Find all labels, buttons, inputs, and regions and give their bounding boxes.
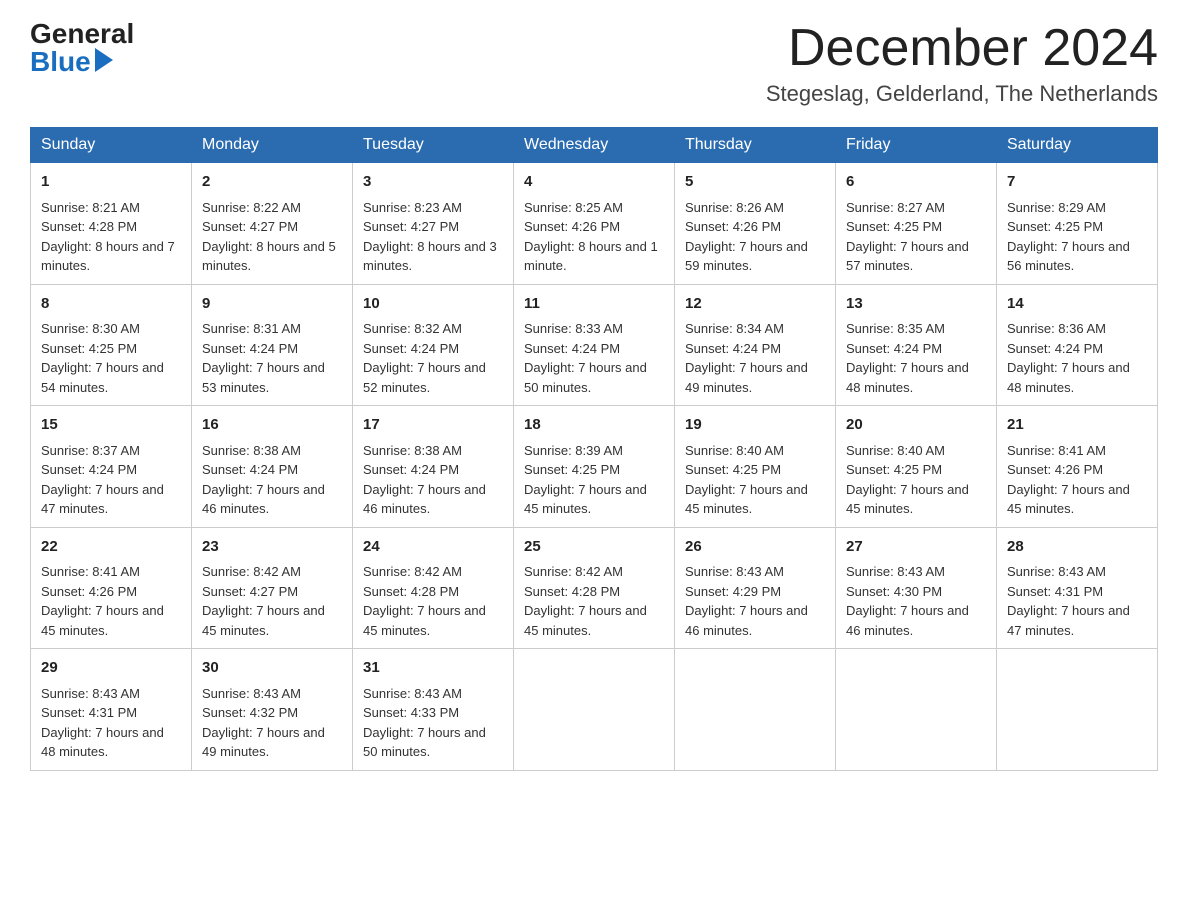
logo-general-text: General — [30, 20, 134, 48]
day-number: 30 — [202, 657, 342, 680]
title-section: December 2024 Stegeslag, Gelderland, The… — [766, 20, 1158, 107]
calendar-cell: 21Sunrise: 8:41 AMSunset: 4:26 PMDayligh… — [997, 406, 1158, 528]
weekday-header-thursday: Thursday — [675, 128, 836, 163]
calendar-cell: 29Sunrise: 8:43 AMSunset: 4:31 PMDayligh… — [31, 649, 192, 771]
day-number: 8 — [41, 293, 181, 316]
day-number: 6 — [846, 171, 986, 194]
calendar-cell: 3Sunrise: 8:23 AMSunset: 4:27 PMDaylight… — [353, 163, 514, 285]
day-number: 1 — [41, 171, 181, 194]
weekday-header-wednesday: Wednesday — [514, 128, 675, 163]
day-number: 16 — [202, 414, 342, 437]
calendar-cell: 28Sunrise: 8:43 AMSunset: 4:31 PMDayligh… — [997, 527, 1158, 649]
day-number: 28 — [1007, 536, 1147, 559]
calendar-cell: 2Sunrise: 8:22 AMSunset: 4:27 PMDaylight… — [192, 163, 353, 285]
day-number: 31 — [363, 657, 503, 680]
logo: General Blue — [30, 20, 134, 76]
weekday-header-monday: Monday — [192, 128, 353, 163]
day-number: 11 — [524, 293, 664, 316]
weekday-header-saturday: Saturday — [997, 128, 1158, 163]
calendar-cell — [514, 649, 675, 771]
calendar-cell: 12Sunrise: 8:34 AMSunset: 4:24 PMDayligh… — [675, 284, 836, 406]
calendar-cell: 26Sunrise: 8:43 AMSunset: 4:29 PMDayligh… — [675, 527, 836, 649]
day-number: 26 — [685, 536, 825, 559]
day-number: 20 — [846, 414, 986, 437]
day-number: 15 — [41, 414, 181, 437]
day-number: 19 — [685, 414, 825, 437]
day-number: 12 — [685, 293, 825, 316]
day-number: 5 — [685, 171, 825, 194]
calendar-week-row: 29Sunrise: 8:43 AMSunset: 4:31 PMDayligh… — [31, 649, 1158, 771]
day-number: 23 — [202, 536, 342, 559]
calendar-cell: 16Sunrise: 8:38 AMSunset: 4:24 PMDayligh… — [192, 406, 353, 528]
day-number: 25 — [524, 536, 664, 559]
weekday-header-row: SundayMondayTuesdayWednesdayThursdayFrid… — [31, 128, 1158, 163]
calendar-week-row: 1Sunrise: 8:21 AMSunset: 4:28 PMDaylight… — [31, 163, 1158, 285]
calendar-cell: 23Sunrise: 8:42 AMSunset: 4:27 PMDayligh… — [192, 527, 353, 649]
day-number: 14 — [1007, 293, 1147, 316]
day-number: 21 — [1007, 414, 1147, 437]
calendar-cell: 30Sunrise: 8:43 AMSunset: 4:32 PMDayligh… — [192, 649, 353, 771]
calendar-cell: 1Sunrise: 8:21 AMSunset: 4:28 PMDaylight… — [31, 163, 192, 285]
weekday-header-sunday: Sunday — [31, 128, 192, 163]
calendar-cell: 7Sunrise: 8:29 AMSunset: 4:25 PMDaylight… — [997, 163, 1158, 285]
calendar-cell: 31Sunrise: 8:43 AMSunset: 4:33 PMDayligh… — [353, 649, 514, 771]
day-number: 3 — [363, 171, 503, 194]
page-header: General Blue December 2024 Stegeslag, Ge… — [30, 20, 1158, 107]
calendar-cell: 10Sunrise: 8:32 AMSunset: 4:24 PMDayligh… — [353, 284, 514, 406]
weekday-header-friday: Friday — [836, 128, 997, 163]
calendar-cell — [997, 649, 1158, 771]
calendar-cell: 19Sunrise: 8:40 AMSunset: 4:25 PMDayligh… — [675, 406, 836, 528]
calendar-cell: 15Sunrise: 8:37 AMSunset: 4:24 PMDayligh… — [31, 406, 192, 528]
calendar-week-row: 8Sunrise: 8:30 AMSunset: 4:25 PMDaylight… — [31, 284, 1158, 406]
day-number: 17 — [363, 414, 503, 437]
calendar-cell: 24Sunrise: 8:42 AMSunset: 4:28 PMDayligh… — [353, 527, 514, 649]
calendar-cell — [836, 649, 997, 771]
day-number: 27 — [846, 536, 986, 559]
calendar-cell: 17Sunrise: 8:38 AMSunset: 4:24 PMDayligh… — [353, 406, 514, 528]
calendar-cell: 25Sunrise: 8:42 AMSunset: 4:28 PMDayligh… — [514, 527, 675, 649]
calendar-cell: 5Sunrise: 8:26 AMSunset: 4:26 PMDaylight… — [675, 163, 836, 285]
calendar-cell: 22Sunrise: 8:41 AMSunset: 4:26 PMDayligh… — [31, 527, 192, 649]
day-number: 9 — [202, 293, 342, 316]
calendar-cell: 9Sunrise: 8:31 AMSunset: 4:24 PMDaylight… — [192, 284, 353, 406]
calendar-cell — [675, 649, 836, 771]
calendar-week-row: 22Sunrise: 8:41 AMSunset: 4:26 PMDayligh… — [31, 527, 1158, 649]
weekday-header-tuesday: Tuesday — [353, 128, 514, 163]
day-number: 22 — [41, 536, 181, 559]
calendar-cell: 4Sunrise: 8:25 AMSunset: 4:26 PMDaylight… — [514, 163, 675, 285]
location-subtitle: Stegeslag, Gelderland, The Netherlands — [766, 81, 1158, 107]
day-number: 24 — [363, 536, 503, 559]
day-number: 18 — [524, 414, 664, 437]
calendar-week-row: 15Sunrise: 8:37 AMSunset: 4:24 PMDayligh… — [31, 406, 1158, 528]
day-number: 2 — [202, 171, 342, 194]
day-number: 7 — [1007, 171, 1147, 194]
calendar-cell: 6Sunrise: 8:27 AMSunset: 4:25 PMDaylight… — [836, 163, 997, 285]
logo-blue-text: Blue — [30, 48, 113, 76]
calendar-cell: 13Sunrise: 8:35 AMSunset: 4:24 PMDayligh… — [836, 284, 997, 406]
calendar-cell: 8Sunrise: 8:30 AMSunset: 4:25 PMDaylight… — [31, 284, 192, 406]
calendar-cell: 20Sunrise: 8:40 AMSunset: 4:25 PMDayligh… — [836, 406, 997, 528]
day-number: 29 — [41, 657, 181, 680]
day-number: 13 — [846, 293, 986, 316]
logo-arrow-icon — [95, 48, 113, 72]
month-title: December 2024 — [766, 20, 1158, 77]
calendar-cell: 11Sunrise: 8:33 AMSunset: 4:24 PMDayligh… — [514, 284, 675, 406]
calendar-cell: 14Sunrise: 8:36 AMSunset: 4:24 PMDayligh… — [997, 284, 1158, 406]
calendar-table: SundayMondayTuesdayWednesdayThursdayFrid… — [30, 127, 1158, 771]
calendar-cell: 27Sunrise: 8:43 AMSunset: 4:30 PMDayligh… — [836, 527, 997, 649]
day-number: 10 — [363, 293, 503, 316]
day-number: 4 — [524, 171, 664, 194]
calendar-cell: 18Sunrise: 8:39 AMSunset: 4:25 PMDayligh… — [514, 406, 675, 528]
